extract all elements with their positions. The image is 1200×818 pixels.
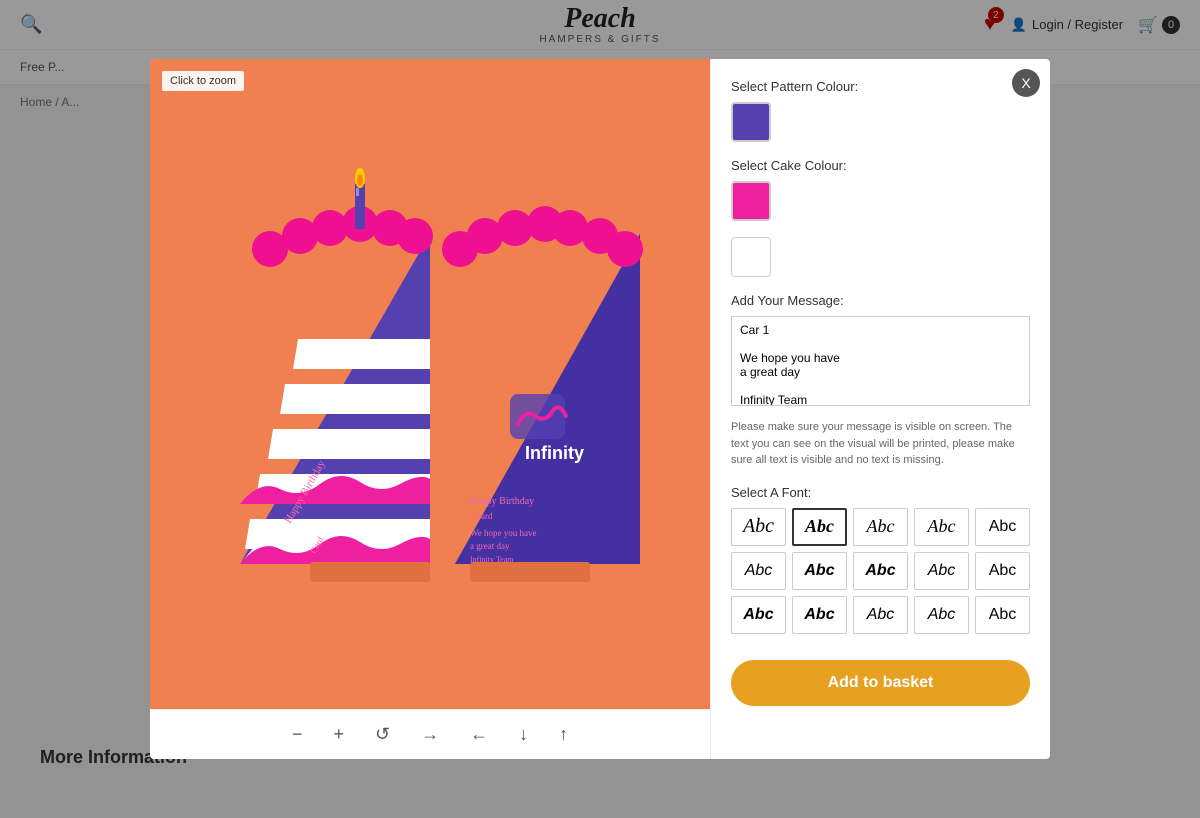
font-option-13[interactable]: Abc: [853, 596, 908, 634]
font-option-11[interactable]: Abc: [731, 596, 786, 634]
svg-text:We hope you have: We hope you have: [470, 528, 537, 538]
zoom-in-button[interactable]: +: [325, 720, 352, 749]
font-option-5[interactable]: Abc: [975, 508, 1030, 546]
message-section: Add Your Message: Car 1 We hope you have…: [731, 293, 1030, 469]
image-controls: − + ↺ → ← ↓ ↑: [150, 709, 710, 759]
font-option-6[interactable]: Abc: [731, 552, 786, 590]
font-option-14[interactable]: Abc: [914, 596, 969, 634]
font-option-10[interactable]: Abc: [975, 552, 1030, 590]
select-cake-colour-section: [731, 237, 1030, 277]
modal-body: Click to zoom: [150, 59, 1050, 759]
click-to-zoom-hint[interactable]: Click to zoom: [162, 71, 244, 91]
pattern-colour-swatch-purple[interactable]: [731, 102, 771, 142]
font-option-7[interactable]: Abc: [792, 552, 847, 590]
product-customizer-modal: X Click to zoom: [150, 59, 1050, 759]
svg-text:Infinity: Infinity: [525, 443, 584, 463]
font-option-3[interactable]: Abc: [853, 508, 908, 546]
svg-text:Happy Birthday: Happy Birthday: [470, 496, 534, 507]
font-option-9[interactable]: Abc: [914, 552, 969, 590]
pattern-colour-section: Select Pattern Colour:: [731, 79, 1030, 142]
font-section-label: Select A Font:: [731, 485, 1030, 500]
product-options-panel: Select Pattern Colour: Select Cake Colou…: [710, 59, 1050, 759]
move-down-button[interactable]: ↓: [511, 720, 536, 749]
message-label: Add Your Message:: [731, 293, 1030, 308]
font-option-8[interactable]: Abc: [853, 552, 908, 590]
rotate-button[interactable]: ↺: [367, 720, 398, 749]
svg-text:Card: Card: [475, 511, 493, 521]
product-image-svg: Happy Birthday Card: [160, 104, 700, 664]
message-hint-text: Please make sure your message is visible…: [731, 419, 1030, 469]
move-left-button[interactable]: ←: [462, 720, 496, 749]
zoom-out-button[interactable]: −: [284, 720, 311, 749]
font-option-4[interactable]: Abc: [914, 508, 969, 546]
font-option-1[interactable]: Abc: [731, 508, 786, 546]
modal-close-button[interactable]: X: [1012, 69, 1040, 97]
font-option-12[interactable]: Abc: [792, 596, 847, 634]
product-image-panel: Click to zoom: [150, 59, 710, 759]
message-textarea[interactable]: Car 1 We hope you have a great day Infin…: [731, 316, 1030, 406]
move-up-button[interactable]: ↑: [551, 720, 576, 749]
cake-colour-section: Select Cake Colour:: [731, 158, 1030, 221]
font-grid-row1: Abc Abc Abc Abc Abc: [731, 508, 1030, 546]
svg-text:a great day: a great day: [470, 541, 510, 551]
font-option-15[interactable]: Abc: [975, 596, 1030, 634]
pattern-colour-label: Select Pattern Colour:: [731, 79, 1030, 94]
modal-overlay: X Click to zoom: [0, 0, 1200, 818]
pattern-colour-swatch-pink[interactable]: [731, 181, 771, 221]
pattern-colour-sublabel: Select Cake Colour:: [731, 158, 1030, 173]
font-option-2[interactable]: Abc: [792, 508, 847, 546]
font-section: Select A Font: Abc Abc Abc Abc Abc Abc A…: [731, 485, 1030, 634]
add-to-basket-button[interactable]: Add to basket: [731, 660, 1030, 706]
font-grid-row2: Abc Abc Abc Abc Abc: [731, 552, 1030, 590]
move-right-button[interactable]: →: [413, 720, 447, 749]
product-image-container[interactable]: Happy Birthday Card: [150, 59, 710, 709]
cake-colour-swatch-white[interactable]: [731, 237, 771, 277]
font-grid-row3: Abc Abc Abc Abc Abc: [731, 596, 1030, 634]
